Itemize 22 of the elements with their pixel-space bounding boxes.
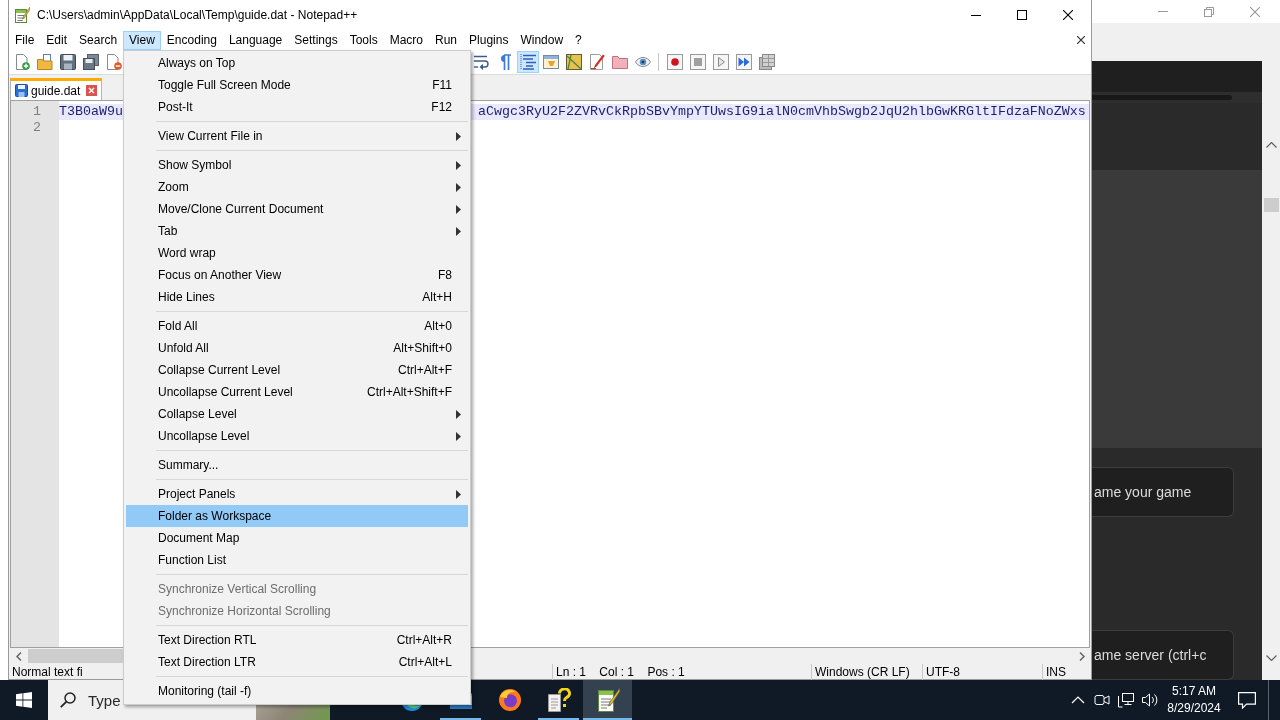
shortcut-label: F11 — [432, 78, 452, 92]
code-text: aCwgc3RyU2F2ZVRvCkRpbSBvYmpYTUwsIG9ialN0cmVhbSwgb2JqU2hlbGwKRGltIFdzaFNoZWxs — [478, 104, 1086, 120]
shortcut-label: F12 — [431, 100, 452, 114]
shortcut-label: Ctrl+Alt+R — [396, 633, 452, 647]
status-text: INS — [1046, 665, 1066, 679]
shortcut-label: Ctrl+Alt+Shift+F — [366, 385, 452, 399]
window-title: C:\Users\admin\AppData\Local\Temp\guide.dat - Notepad++ — [37, 8, 358, 22]
shortcut-label: Alt+Shift+0 — [393, 341, 452, 355]
shortcut-label: Alt+H — [422, 290, 452, 304]
line-number: 1 — [32, 104, 42, 120]
status-text: Normal text fi — [12, 665, 83, 679]
line-number: 2 — [32, 120, 42, 136]
shortcut-label: Alt+0 — [424, 319, 452, 333]
shortcut-label: Ctrl+Alt+F — [398, 363, 452, 377]
code-text: T3B0aW9u — [59, 104, 123, 120]
clock-time: 5:17 AM — [1172, 683, 1216, 700]
shortcut-label: Ctrl+Alt+L — [398, 655, 452, 669]
clock-date: 8/29/2024 — [1167, 700, 1221, 717]
status-text: Windows (CR LF) — [815, 665, 910, 679]
shortcut-label: F8 — [438, 268, 452, 282]
status-text: Ln : 1 Col : 1 Pos : 1 — [556, 665, 685, 679]
status-text: UTF-8 — [926, 665, 960, 679]
